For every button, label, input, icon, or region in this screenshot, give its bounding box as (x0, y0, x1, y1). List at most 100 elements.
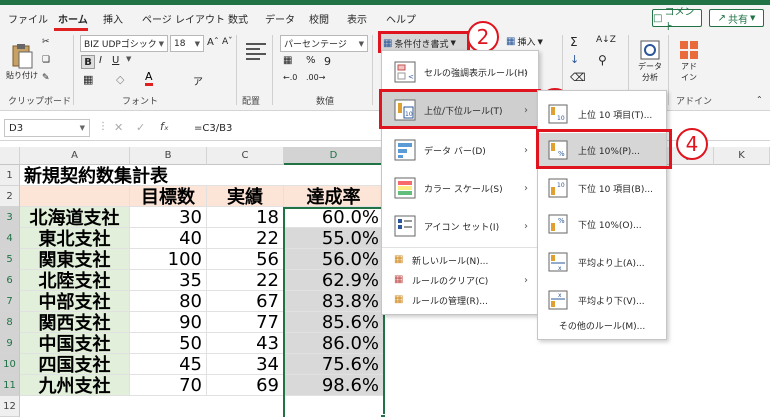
submenu-item-bottom-10-items[interactable]: 10 下位 10 項目(B)... (538, 171, 666, 205)
target-cell[interactable]: 90 (130, 312, 207, 333)
menu-item-color-scales[interactable]: カラー スケール(S) › (382, 169, 538, 207)
autosum-icon[interactable]: Σ (570, 35, 578, 49)
tab-formulas[interactable]: 数式 (228, 11, 248, 26)
insert-cells-button[interactable]: ▦ 挿入 ▼ (506, 35, 543, 48)
sort-filter-icon[interactable]: A↓Z (596, 35, 616, 45)
tab-help[interactable]: ヘルプ (386, 11, 416, 26)
actual-cell[interactable]: 18 (207, 207, 284, 228)
copy-icon[interactable]: ❏ (42, 55, 50, 65)
addin-button[interactable]: アドイン (674, 35, 704, 87)
format-painter-icon[interactable]: ✎ (42, 73, 50, 83)
rate-cell[interactable]: 56.0% (284, 249, 384, 270)
tab-data[interactable]: データ (265, 11, 295, 26)
branch-cell[interactable]: 北海道支社 (20, 207, 130, 228)
bold-button[interactable]: B (81, 55, 95, 69)
target-cell[interactable]: 80 (130, 291, 207, 312)
collapse-ribbon-icon[interactable]: ⌃ (756, 95, 763, 104)
italic-button[interactable]: I (99, 55, 102, 66)
cancel-icon[interactable]: ✕ (114, 121, 123, 134)
comment-button[interactable]: □ コメント (652, 7, 702, 33)
row-header[interactable]: 7 (0, 291, 20, 312)
formula-input[interactable]: =C3/B3 (194, 123, 232, 134)
rate-cell[interactable]: 75.6% (284, 354, 384, 375)
fill-icon[interactable]: ↓ (570, 53, 579, 66)
shrink-font-icon[interactable]: Aˇ (222, 37, 233, 47)
name-box[interactable]: D3 ▼ (4, 119, 90, 137)
share-button[interactable]: ↗ 共有 ▼ (709, 9, 764, 27)
row-header[interactable]: 1 (0, 165, 20, 186)
font-color-icon[interactable]: A (145, 71, 153, 86)
header-cell[interactable] (20, 186, 130, 207)
tab-page-layout[interactable]: ページ レイアウト (142, 11, 225, 26)
rate-cell[interactable]: 98.6% (284, 375, 384, 396)
menu-item-top-bottom-rules[interactable]: 10 上位/下位ルール(T) › (382, 91, 538, 129)
branch-cell[interactable]: 中部支社 (20, 291, 130, 312)
branch-cell[interactable]: 東北支社 (20, 228, 130, 249)
row-header[interactable]: 10 (0, 354, 20, 375)
font-size-select[interactable]: 18 ▼ (170, 35, 204, 52)
row-header[interactable]: 3 (0, 207, 20, 228)
branch-cell[interactable]: 関東支社 (20, 249, 130, 270)
actual-cell[interactable]: 34 (207, 354, 284, 375)
comma-icon[interactable]: 9 (324, 55, 331, 68)
rate-cell[interactable]: 60.0% (284, 207, 384, 228)
actual-cell[interactable]: 22 (207, 228, 284, 249)
row-header[interactable]: 9 (0, 333, 20, 354)
column-header-k[interactable]: K (714, 147, 770, 165)
branch-cell[interactable]: 北陸支社 (20, 270, 130, 291)
tab-insert[interactable]: 挿入 (103, 11, 123, 26)
target-cell[interactable]: 100 (130, 249, 207, 270)
target-cell[interactable]: 30 (130, 207, 207, 228)
row-header[interactable]: 4 (0, 228, 20, 249)
row-header[interactable]: 2 (0, 186, 20, 207)
header-cell[interactable]: 達成率 (284, 186, 384, 207)
target-cell[interactable]: 45 (130, 354, 207, 375)
branch-cell[interactable]: 関西支社 (20, 312, 130, 333)
increase-decimal-icon[interactable]: ←.0 (283, 73, 297, 82)
rate-cell[interactable]: 55.0% (284, 228, 384, 249)
header-cell[interactable]: 目標数 (130, 186, 207, 207)
currency-icon[interactable]: ▦ (283, 55, 292, 66)
row-header[interactable]: 5 (0, 249, 20, 270)
submenu-item-top-10-percent[interactable]: % 上位 10%(P)... (538, 133, 666, 167)
actual-cell[interactable]: 56 (207, 249, 284, 270)
branch-cell[interactable]: 四国支社 (20, 354, 130, 375)
more-rules-link[interactable]: その他のルール(M)... (538, 319, 666, 332)
rate-cell[interactable]: 86.0% (284, 333, 384, 354)
header-cell[interactable]: 実績 (207, 186, 284, 207)
row-header[interactable]: 11 (0, 375, 20, 396)
column-header-b[interactable]: B (130, 147, 207, 165)
clear-icon[interactable]: ⌫ (570, 71, 586, 84)
row-header[interactable]: 12 (0, 396, 20, 417)
chevron-down-icon[interactable]: ▼ (126, 55, 131, 63)
sheet-title[interactable]: 新規契約数集計表 (20, 165, 384, 186)
column-header-a[interactable]: A (20, 147, 130, 165)
actual-cell[interactable]: 67 (207, 291, 284, 312)
tab-home[interactable]: ホーム (58, 11, 88, 26)
select-all-corner[interactable] (0, 147, 20, 165)
font-name-select[interactable]: BIZ UDPゴシック ▼ (80, 35, 168, 52)
menu-item-data-bars[interactable]: データ バー(D) › (382, 131, 538, 169)
submenu-item-bottom-10-percent[interactable]: % 下位 10%(O)... (538, 207, 666, 241)
row-header[interactable]: 8 (0, 312, 20, 333)
paste-button[interactable]: 貼り付け (6, 35, 38, 87)
branch-cell[interactable]: 中国支社 (20, 333, 130, 354)
tab-view[interactable]: 表示 (347, 11, 367, 26)
target-cell[interactable]: 40 (130, 228, 207, 249)
submenu-item-above-average[interactable]: x 平均より上(A)... (538, 245, 666, 279)
column-header-c[interactable]: C (207, 147, 284, 165)
target-cell[interactable]: 35 (130, 270, 207, 291)
decrease-decimal-icon[interactable]: .00→ (306, 73, 325, 82)
number-format-select[interactable]: パーセンテージ ▼ (280, 35, 368, 52)
percent-icon[interactable]: % (306, 55, 316, 66)
submenu-item-top-10-items[interactable]: 10 上位 10 項目(T)... (538, 97, 666, 131)
branch-cell[interactable]: 九州支社 (20, 375, 130, 396)
column-header-d[interactable]: D (284, 147, 384, 165)
fill-color-icon[interactable]: ◇ (116, 73, 124, 86)
menu-item-manage-rules[interactable]: ▦ ルールの管理(R)... (382, 291, 538, 309)
insert-function-icon[interactable]: fₓ (160, 120, 169, 133)
find-select-icon[interactable]: ⚲ (598, 53, 607, 67)
target-cell[interactable]: 50 (130, 333, 207, 354)
actual-cell[interactable]: 77 (207, 312, 284, 333)
phonetic-icon[interactable]: ア (193, 73, 203, 88)
